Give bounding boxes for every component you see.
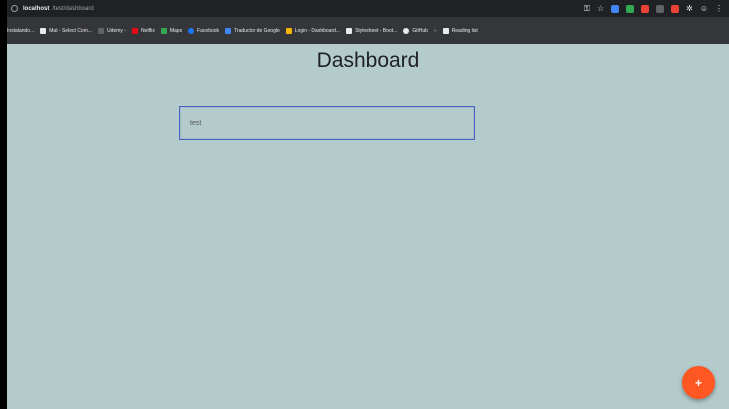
star-icon[interactable]: ☆ (597, 4, 604, 13)
bookmark[interactable]: Maps (160, 27, 183, 34)
reading-list-icon (442, 27, 449, 34)
bookmark[interactable]: Instalando... (7, 28, 34, 34)
bookmark-label: Traductor de Google (234, 27, 280, 34)
url-path[interactable]: /test/dashboard (52, 6, 93, 12)
extension-toolbar: ⚿ ☆ ✲ ☺ ⋮ (584, 0, 723, 17)
more-bookmarks-icon[interactable]: » (434, 28, 437, 34)
bookmark[interactable]: Facebook (188, 27, 220, 34)
bookmark-label: Reading list (451, 27, 478, 34)
translate-icon (225, 27, 232, 34)
url-host[interactable]: localhost (23, 6, 49, 12)
bookmark[interactable]: Login - Dashboard... (285, 27, 341, 34)
bookmark-label: Facebook (197, 27, 220, 34)
stylesheet-icon (346, 27, 353, 34)
extension-icon[interactable] (611, 4, 620, 13)
site-info-icon[interactable] (11, 5, 18, 12)
bookmark-label: Mat - Select Com... (49, 27, 93, 34)
puzzle-icon[interactable]: ✲ (686, 4, 693, 13)
add-button[interactable]: + (682, 366, 715, 399)
bookmark-label: Instalando... (7, 27, 35, 34)
extension-icon[interactable] (641, 4, 650, 13)
text-input[interactable] (180, 118, 474, 128)
bookmark-label: GitHub (412, 27, 428, 34)
bookmark[interactable]: Reading list (442, 27, 478, 34)
profile-icon[interactable]: ☺ (700, 4, 708, 13)
bookmark-label: Maps (169, 27, 183, 34)
bookmark[interactable]: Netflix (131, 27, 155, 34)
folder-icon (285, 27, 292, 34)
maps-icon (160, 27, 167, 34)
extension-icon[interactable] (671, 4, 680, 13)
facebook-icon (188, 27, 195, 34)
dashboard-page: Dashboard + (7, 44, 729, 409)
page-title: Dashboard (316, 49, 420, 72)
bookmark-label: Netflix (140, 27, 155, 34)
text-input-field[interactable] (179, 106, 475, 140)
github-icon (40, 27, 47, 34)
bookmark[interactable]: Udemy - (98, 27, 126, 34)
bookmark[interactable]: Stylesheet - Boot... (346, 27, 398, 34)
menu-icon[interactable]: ⋮ (715, 4, 723, 13)
netflix-icon (131, 27, 138, 34)
bookmark-label: Udemy - (107, 27, 126, 34)
key-icon[interactable]: ⚿ (584, 4, 590, 13)
github-icon (403, 27, 410, 34)
address-bar[interactable]: localhost /test/dashboard ⚿ ☆ ✲ ☺ ⋮ (7, 0, 729, 17)
bookmark-label: Login - Dashboard... (294, 27, 341, 34)
bookmark[interactable]: Traductor de Google (225, 27, 280, 34)
bookmark[interactable]: Mat - Select Com... (40, 27, 93, 34)
browser-frame: localhost /test/dashboard ⚿ ☆ ✲ ☺ ⋮ Inst… (7, 0, 729, 409)
extension-icon[interactable] (626, 4, 635, 13)
bookmarks-bar: Instalando... Mat - Select Com... Udemy … (7, 17, 729, 44)
extension-icon[interactable] (656, 4, 665, 13)
udemy-icon (98, 27, 105, 34)
bookmark-label: Stylesheet - Boot... (355, 27, 398, 34)
bookmark[interactable]: GitHub (403, 27, 428, 34)
